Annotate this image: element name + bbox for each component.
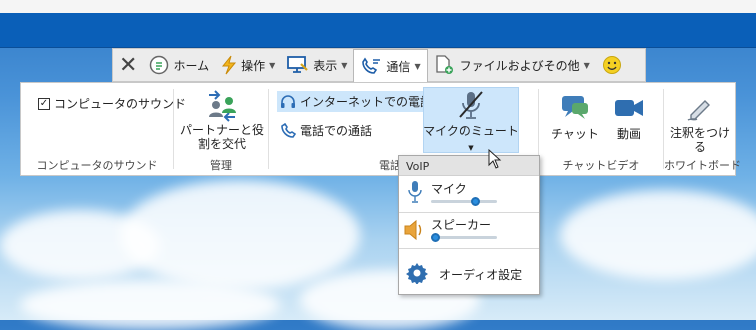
speaker-icon	[404, 219, 422, 241]
background-cloud	[560, 190, 756, 280]
annotate-label: 注釈をつけ る	[669, 126, 730, 154]
group-whiteboard: 注釈をつけ る ホワイトボード	[664, 83, 741, 175]
title-bar	[0, 13, 756, 48]
mic-label: マイク	[431, 182, 467, 196]
headset-icon	[281, 94, 295, 108]
chevron-down-icon: ▼	[414, 62, 421, 71]
smiley-button[interactable]	[596, 49, 628, 81]
mic-mute-content: マイクのミュート ▼	[423, 89, 519, 155]
call-ribbon: ✓ コンピュータのサウンド コンピュータのサウンド パートナーと役 割を交代 管…	[20, 82, 741, 176]
background-cloud	[20, 280, 280, 330]
chevron-down-icon: ▼	[269, 60, 276, 70]
menu-call-label: 通信	[386, 60, 411, 74]
speaker-volume-slider[interactable]	[431, 233, 497, 242]
internet-call-button[interactable]: インターネットでの電話	[277, 91, 436, 112]
phone-call-button[interactable]: 電話での通話	[277, 120, 375, 141]
group-chat-video: チャット 動画 チャットビデオ	[539, 83, 663, 175]
window-top-strip	[0, 0, 756, 13]
group-label-manage: 管理	[210, 159, 232, 172]
chat-icon	[562, 96, 588, 119]
checkmark-icon: ✓	[38, 97, 50, 110]
menu-files-label: ファイルおよびその他	[459, 58, 580, 73]
monitor-icon	[287, 56, 309, 73]
microphone-icon	[408, 181, 422, 203]
speaker-slider-thumb[interactable]	[431, 233, 440, 242]
pen-icon	[687, 100, 710, 121]
group-label-whiteboard: ホワイトボード	[664, 159, 741, 172]
mic-slider-thumb[interactable]	[470, 197, 480, 206]
gear-icon	[406, 263, 428, 284]
phone-icon	[281, 122, 296, 138]
menu-display[interactable]: 表示 ▼	[281, 49, 353, 81]
computer-sound-checkbox[interactable]: ✓ コンピュータのサウンド	[35, 93, 189, 114]
phone-icon	[362, 57, 381, 74]
annotate-button[interactable]: 注釈をつけ る	[666, 93, 734, 154]
internet-call-label: インターネットでの電話	[300, 95, 433, 109]
mic-muted-icon	[459, 91, 483, 119]
menu-files[interactable]: ファイルおよびその他 ▼	[428, 49, 596, 81]
video-label: 動画	[616, 127, 641, 141]
smiley-icon	[602, 56, 621, 74]
home-icon	[150, 55, 169, 75]
audio-settings-label: オーディオ設定	[439, 268, 523, 282]
menu-divider	[399, 248, 539, 249]
phone-call-label: 電話での通話	[300, 124, 373, 138]
top-menubar: ✕ ホーム 操作 ▼ 表示 ▼ 通信 ▼ ファイルおよびその他 ▼	[112, 48, 646, 83]
menu-home-label: ホーム	[173, 58, 210, 73]
group-manage: パートナーと役 割を交代 管理	[174, 83, 268, 175]
speaker-row: スピーカー	[399, 214, 539, 246]
close-icon[interactable]: ✕	[113, 53, 143, 78]
chevron-down-icon: ▼	[468, 144, 474, 152]
menu-call[interactable]: 通信 ▼	[353, 49, 428, 83]
mouse-cursor-icon	[488, 149, 502, 169]
speaker-label: スピーカー	[431, 218, 492, 232]
background-cloud	[120, 180, 360, 290]
chat-button[interactable]: チャット	[549, 93, 601, 141]
video-button[interactable]: 動画	[603, 93, 655, 141]
menu-operation[interactable]: 操作 ▼	[215, 49, 281, 81]
mic-row: マイク	[399, 178, 539, 210]
chevron-down-icon: ▼	[341, 60, 348, 70]
group-label-chat-video: チャットビデオ	[562, 159, 640, 172]
file-plus-icon	[435, 55, 453, 74]
group-label-computer-sound: コンピュータのサウンド	[36, 159, 158, 172]
voip-header: VoIP	[399, 156, 539, 176]
switch-users-icon	[209, 90, 236, 122]
switch-partner-button[interactable]: パートナーと役 割を交代	[180, 89, 264, 151]
mic-mute-label: マイクのミュート	[423, 124, 519, 138]
menu-operation-label: 操作	[241, 58, 266, 73]
lightning-icon	[222, 55, 237, 75]
voip-dropdown: VoIP マイク スピーカー オーディオ設定	[398, 155, 540, 295]
computer-sound-label: コンピュータのサウンド	[54, 97, 187, 111]
mic-volume-slider[interactable]	[431, 197, 497, 206]
menu-display-label: 表示	[313, 58, 338, 73]
group-computer-sound: ✓ コンピュータのサウンド コンピュータのサウンド	[21, 83, 187, 175]
menu-home[interactable]: ホーム	[143, 49, 215, 81]
menu-divider	[399, 212, 539, 213]
chevron-down-icon: ▼	[583, 60, 590, 70]
audio-settings-item[interactable]: オーディオ設定	[399, 260, 539, 288]
video-camera-icon	[615, 100, 643, 116]
switch-partner-label: パートナーと役 割を交代	[180, 123, 265, 151]
chat-label: チャット	[551, 127, 599, 141]
